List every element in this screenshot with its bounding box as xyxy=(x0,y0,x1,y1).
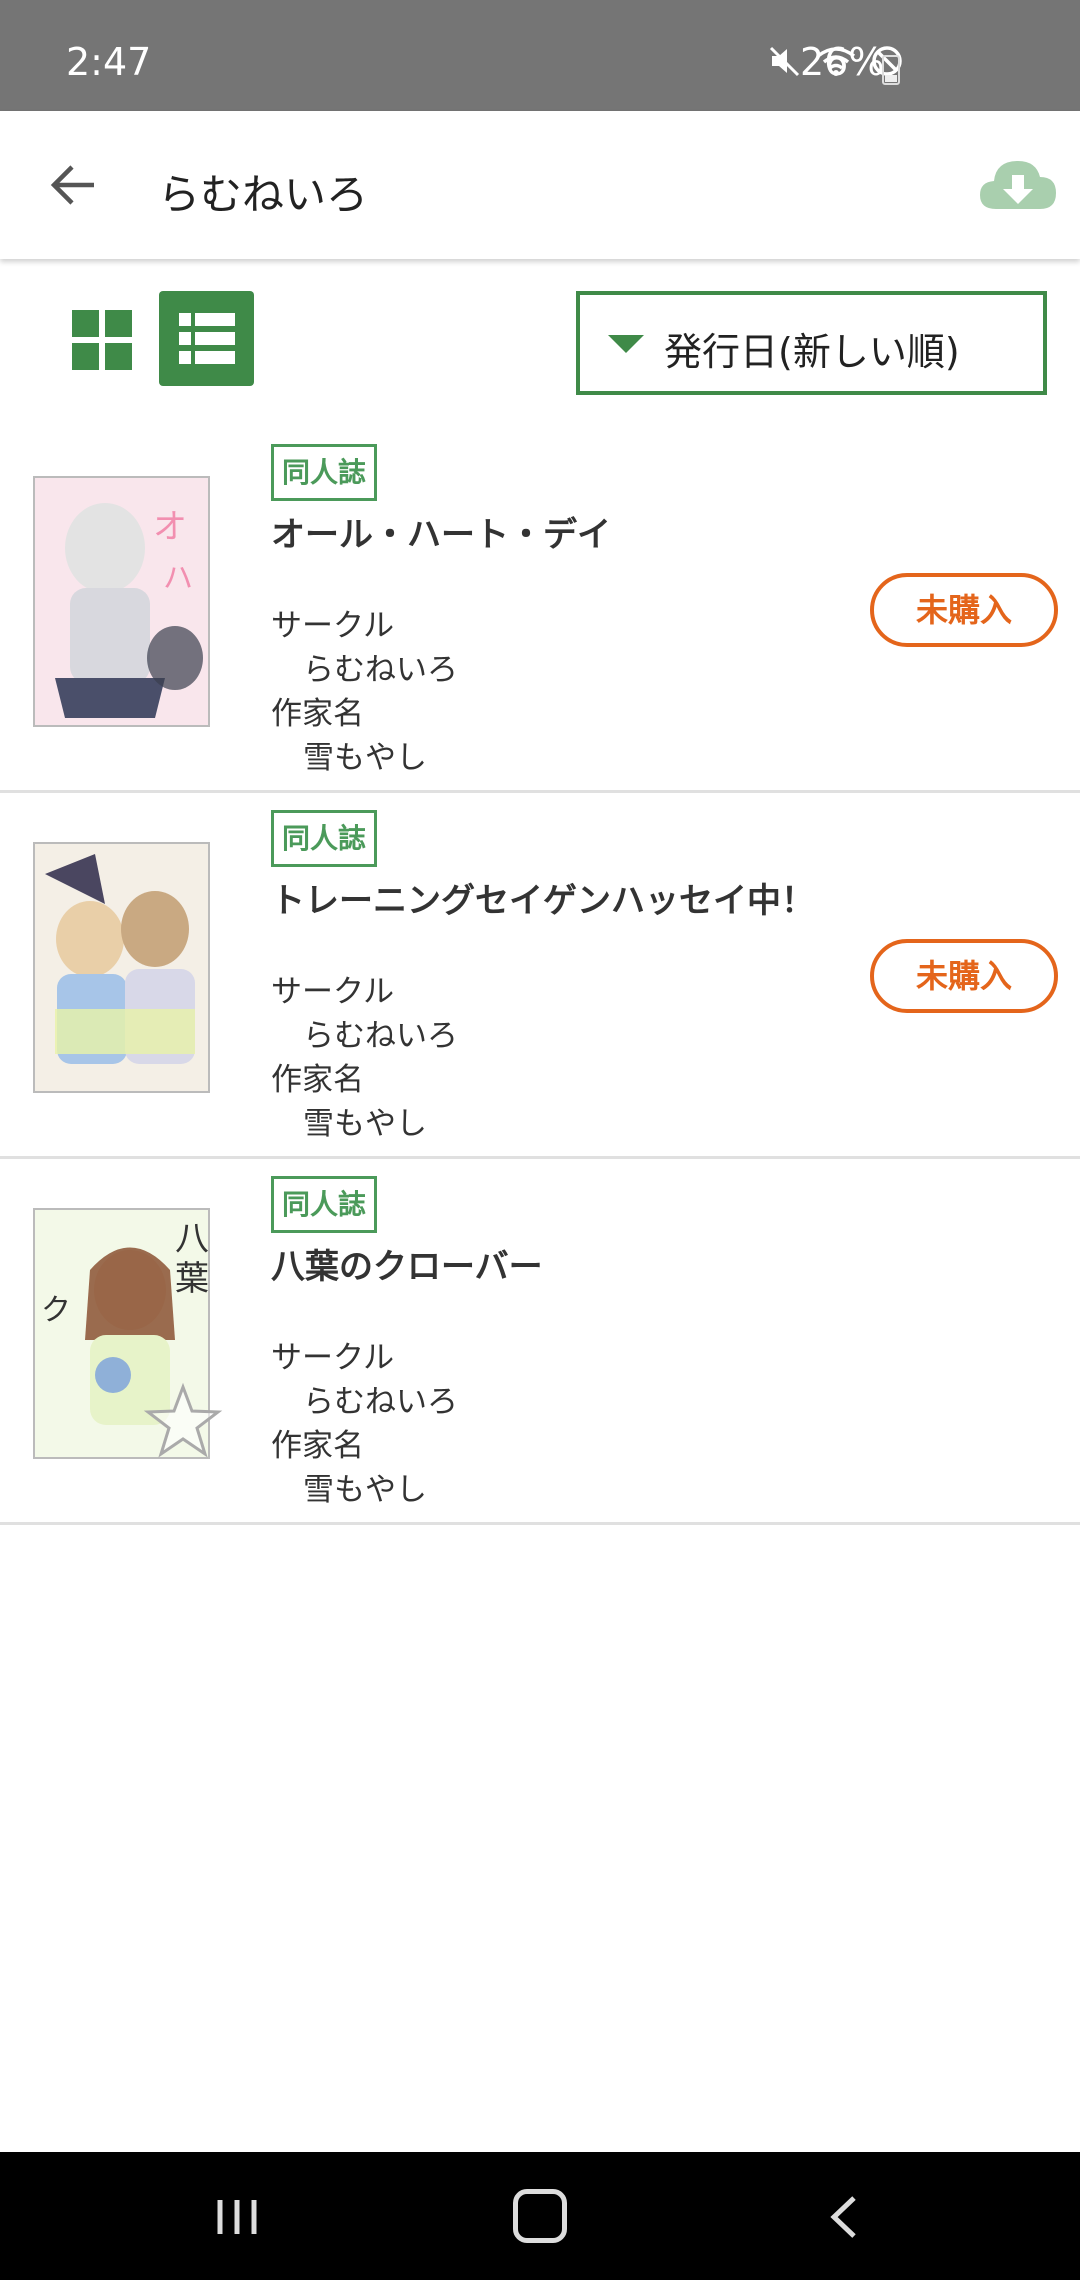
page-title: らむねいろ xyxy=(158,170,369,219)
unpurchased-button[interactable]: 未購入 xyxy=(870,939,1058,1013)
list-view-icon xyxy=(179,313,235,364)
svg-text:ハ: ハ xyxy=(163,561,193,596)
list-item[interactable]: オ ハ 同人誌 オール・ハート・デイ サークル らむねいろ 作家名 雪もやし 未… xyxy=(0,427,1080,793)
status-time: 2:47 xyxy=(66,40,152,84)
category-badge: 同人誌 xyxy=(271,810,377,867)
dropdown-triangle-icon xyxy=(608,335,644,353)
category-badge: 同人誌 xyxy=(271,444,377,501)
unpurchased-button[interactable]: 未購入 xyxy=(870,573,1058,647)
circle-label: サークル xyxy=(271,974,395,1010)
sort-dropdown[interactable]: 発行日(新しい順) xyxy=(576,291,1047,395)
battery-percent: 26% xyxy=(800,40,885,84)
home-icon[interactable] xyxy=(513,2189,567,2243)
author-name: 雪もやし xyxy=(303,1472,427,1508)
battery-icon xyxy=(882,55,900,85)
author-label: 作家名 xyxy=(271,1062,364,1098)
list-item[interactable]: 同人誌 トレーニングセイゲンハッセイ中！ サークル らむねいろ 作家名 雪もやし… xyxy=(0,793,1080,1159)
svg-text:オ: オ xyxy=(153,507,187,547)
system-nav-bar xyxy=(0,2152,1080,2280)
recent-apps-icon[interactable] xyxy=(214,2194,260,2240)
circle-label: サークル xyxy=(271,608,395,644)
list-view-button[interactable] xyxy=(159,291,254,386)
book-cover-image xyxy=(33,842,210,1093)
author-label: 作家名 xyxy=(271,1428,364,1464)
category-badge: 同人誌 xyxy=(271,1176,377,1233)
status-bar: 2:47 26% xyxy=(0,0,1080,111)
circle-name: らむねいろ xyxy=(303,1384,458,1420)
nav-back-icon[interactable] xyxy=(820,2192,870,2242)
circle-name: らむねいろ xyxy=(303,1018,458,1054)
app-bar: らむねいろ xyxy=(0,111,1080,259)
cloud-download-icon[interactable] xyxy=(976,151,1060,217)
svg-text:ク: ク xyxy=(41,1293,71,1328)
list-item[interactable]: 八 葉 ク 同人誌 八葉のクローバー サークル らむねいろ 作家名 雪もやし xyxy=(0,1159,1080,1525)
svg-text:葉: 葉 xyxy=(175,1259,209,1299)
circle-name: らむねいろ xyxy=(303,652,458,688)
author-label: 作家名 xyxy=(271,696,364,732)
item-title: トレーニングセイゲンハッセイ中！ xyxy=(271,881,815,921)
circle-label: サークル xyxy=(271,1340,395,1376)
item-meta: サークル らむねいろ 作家名 雪もやし xyxy=(271,1336,458,1512)
arrow-back-icon[interactable] xyxy=(44,155,104,215)
item-meta: サークル らむねいろ 作家名 雪もやし xyxy=(271,604,458,780)
mute-icon xyxy=(769,46,800,77)
item-title: 八葉のクローバー xyxy=(271,1247,543,1287)
book-cover-image: オ ハ xyxy=(33,476,210,727)
author-name: 雪もやし xyxy=(303,740,427,776)
item-title: オール・ハート・デイ xyxy=(271,515,611,555)
author-name: 雪もやし xyxy=(303,1106,427,1142)
favorite-star-icon[interactable] xyxy=(143,1381,223,1461)
sort-label: 発行日(新しい順) xyxy=(664,330,960,374)
item-meta: サークル らむねいろ 作家名 雪もやし xyxy=(271,970,458,1146)
svg-text:八: 八 xyxy=(175,1219,209,1259)
grid-view-icon[interactable] xyxy=(62,300,142,380)
